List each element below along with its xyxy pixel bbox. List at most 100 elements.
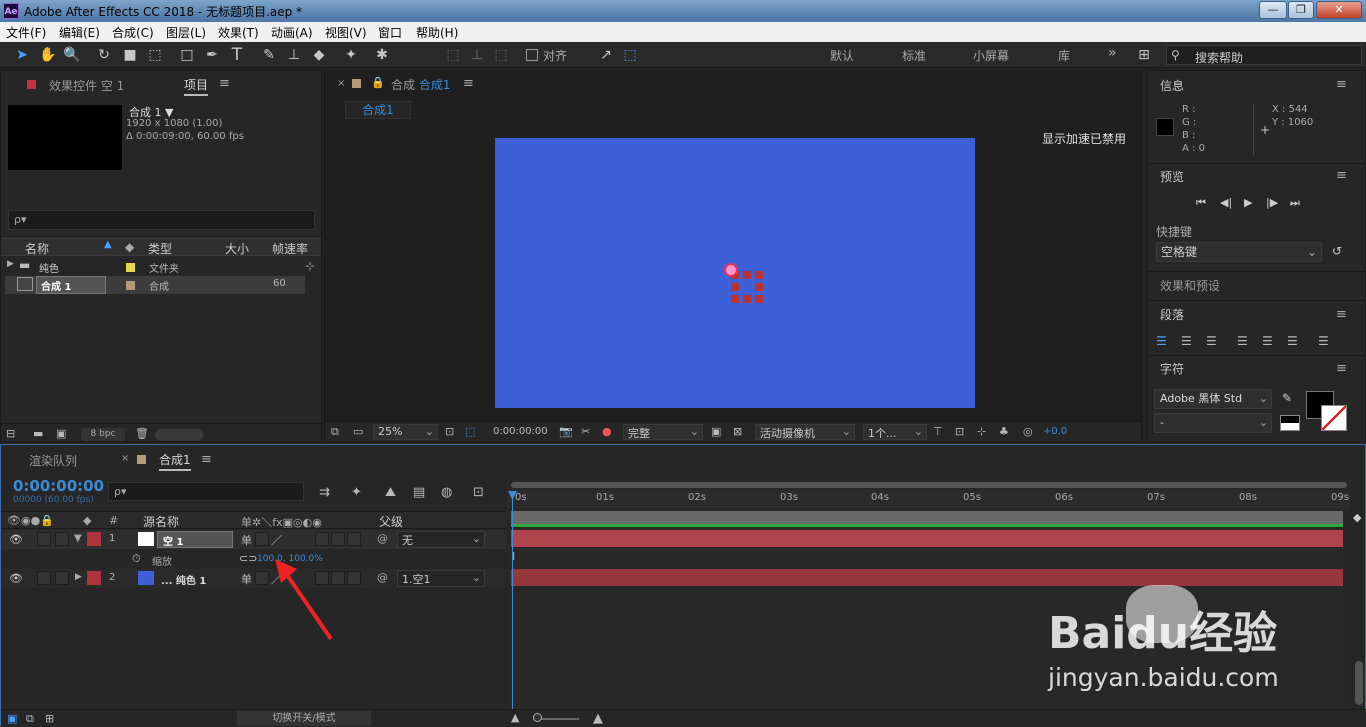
snap-checkbox[interactable] — [526, 49, 538, 61]
menu-edit[interactable]: 编辑(E) — [59, 24, 100, 41]
zoom-select[interactable]: 25% ⌄ — [373, 424, 438, 440]
pick-whip-icon[interactable]: @ — [377, 571, 388, 584]
puppet-tool-icon[interactable]: ✱ — [372, 46, 392, 64]
parent-header[interactable]: 父级 — [379, 513, 403, 530]
workspace-small-screen[interactable]: 小屏幕 — [973, 47, 1009, 64]
switch-box[interactable] — [255, 571, 269, 585]
brush-tool-icon[interactable]: ✎ — [259, 46, 279, 64]
prev-frame-icon[interactable]: ◀| — [1220, 196, 1232, 209]
monitor-icon[interactable]: ▭ — [353, 425, 363, 438]
local-axis-icon[interactable]: ⬚ — [443, 46, 463, 64]
minimize-button[interactable]: — — [1259, 1, 1287, 19]
lock-icon[interactable]: 🔒 — [371, 76, 385, 89]
exposure-value[interactable]: +0.0 — [1043, 426, 1067, 437]
layer-switches-icon[interactable]: ▣ — [7, 712, 17, 725]
visibility-icon[interactable]: 👁 — [9, 572, 23, 585]
help-search-input[interactable]: 搜索帮助 — [1195, 49, 1243, 66]
justify-left-icon[interactable]: ☰ — [1237, 334, 1248, 348]
maximize-button[interactable]: ❐ — [1288, 1, 1314, 19]
comp-viewer[interactable] — [495, 138, 975, 408]
frame-blending-icon[interactable]: ▤ — [413, 485, 425, 500]
pixel-aspect-icon[interactable]: ⊤ — [933, 425, 943, 438]
world-axis-icon[interactable]: ⊥ — [467, 46, 487, 64]
3d-renderer-icon[interactable]: ♣ — [999, 425, 1009, 438]
close-button[interactable]: ✕ — [1316, 1, 1362, 19]
zoom-tool-icon[interactable]: 🔍 — [62, 46, 82, 64]
align-center-icon[interactable]: ☰ — [1181, 334, 1192, 348]
panel-menu-icon[interactable]: ≡ — [1336, 168, 1347, 183]
list-item[interactable]: 合成 1 合成 60 — [5, 276, 305, 294]
layer-label-color[interactable] — [87, 532, 101, 546]
reset-icon[interactable]: ↺ — [1332, 244, 1342, 258]
resolution-select[interactable]: 完整 ⌄ — [623, 424, 703, 440]
table-row[interactable]: 👁 ▶ 2 ... 纯色 1 单 ／ @ 1.空1 ⌄ — [1, 569, 506, 588]
rotate-tool-icon[interactable]: ↻ — [94, 46, 114, 64]
switch-box[interactable] — [315, 532, 329, 546]
layer-label-color[interactable] — [87, 571, 101, 585]
source-name-header[interactable]: 源名称 — [143, 513, 179, 530]
viewer-timecode[interactable]: 0:00:00:00 — [493, 426, 548, 437]
av-features-icon[interactable]: 👁◉●🔒 — [7, 514, 54, 527]
expand-arrow-icon[interactable]: ▶ — [75, 572, 82, 582]
snap-target-icon[interactable]: ⬚ — [620, 46, 640, 64]
lock-box[interactable] — [55, 532, 69, 546]
transparency-grid-icon[interactable]: ⊠ — [733, 425, 742, 438]
eraser-tool-icon[interactable]: ◆ — [309, 46, 329, 64]
flowchart-icon[interactable]: ⊹ — [977, 425, 986, 438]
effects-presets-title[interactable]: 效果和预设 — [1160, 277, 1220, 294]
new-composition-icon[interactable]: ▣ — [56, 427, 66, 440]
draft-3d-icon[interactable]: ✦ — [351, 485, 362, 500]
panel-menu-icon[interactable]: ≡ — [463, 76, 474, 91]
camera-tool-icon[interactable]: ■ — [120, 46, 140, 64]
layer-name[interactable]: ... 纯色 1 — [161, 572, 206, 587]
expand-arrow-icon[interactable]: ▶ — [7, 259, 14, 269]
preview-title[interactable]: 预览 — [1160, 168, 1184, 185]
pan-behind-tool-icon[interactable]: ⬚ — [145, 46, 165, 64]
layer-name[interactable]: 空 1 — [163, 533, 183, 548]
current-time[interactable]: 0:00:00:00 — [13, 477, 104, 495]
align-right-icon[interactable]: ☰ — [1206, 334, 1217, 348]
workspace-default[interactable]: 默认 — [830, 47, 854, 64]
shy-switch-icon[interactable]: 单 — [241, 571, 252, 587]
switch-box[interactable] — [331, 532, 345, 546]
menu-animation[interactable]: 动画(A) — [271, 24, 313, 41]
paragraph-title[interactable]: 段落 — [1160, 306, 1184, 323]
default-colors-icon[interactable] — [1280, 415, 1300, 431]
font-style-select[interactable]: - ⌄ — [1154, 413, 1272, 433]
zoom-in-icon[interactable]: ▲ — [593, 711, 603, 726]
align-left-icon[interactable]: ☰ — [1156, 334, 1167, 348]
flowchart-icon[interactable]: ⊹ — [305, 259, 315, 273]
layer-number-header[interactable]: # — [109, 514, 118, 527]
close-tab-icon[interactable]: × — [121, 453, 129, 464]
menu-effect[interactable]: 效果(T) — [218, 24, 259, 41]
visibility-icon[interactable]: 👁 — [9, 533, 23, 546]
current-time-indicator[interactable] — [512, 492, 513, 710]
switch-box[interactable] — [255, 532, 269, 546]
project-search-input[interactable]: ρ▾ — [8, 210, 315, 230]
constrain-proportions-icon[interactable]: ⊂⊃ — [239, 552, 257, 565]
timeline-search-input[interactable]: ρ▾ — [108, 482, 304, 501]
workspace-standard[interactable]: 标准 — [902, 47, 926, 64]
label-color[interactable] — [126, 263, 135, 272]
fit-icon[interactable]: ⊡ — [445, 425, 454, 438]
column-size[interactable]: 大小 — [225, 240, 249, 257]
shy-layers-icon[interactable]: ⛰ — [385, 485, 396, 500]
menu-composition[interactable]: 合成(C) — [112, 24, 154, 41]
time-ruler[interactable]: 0s 01s 02s 03s 04s 05s 06s 07s 08s 09s — [507, 490, 1351, 508]
text-tool-icon[interactable]: T — [227, 46, 247, 64]
layer-bar-1[interactable] — [511, 530, 1343, 547]
tab-timeline-comp[interactable]: 合成1 — [159, 451, 191, 471]
justify-center-icon[interactable]: ☰ — [1262, 334, 1273, 348]
character-title[interactable]: 字符 — [1160, 360, 1184, 377]
shy-switch-icon[interactable]: 单 — [241, 532, 252, 548]
view-axis-icon[interactable]: ⬚ — [491, 46, 511, 64]
reset-exposure-icon[interactable]: ◎ — [1023, 425, 1033, 438]
panel-menu-icon[interactable]: ≡ — [201, 452, 212, 467]
thumbnail-slider[interactable] — [155, 429, 203, 441]
switch-box[interactable] — [347, 532, 361, 546]
menu-window[interactable]: 窗口 — [378, 24, 402, 41]
anchor-point-icon[interactable] — [724, 263, 738, 277]
in-out-stretch-icon[interactable]: ⊞ — [45, 712, 54, 725]
play-icon[interactable]: ▶ — [1244, 196, 1252, 209]
next-frame-icon[interactable]: |▶ — [1266, 196, 1278, 209]
